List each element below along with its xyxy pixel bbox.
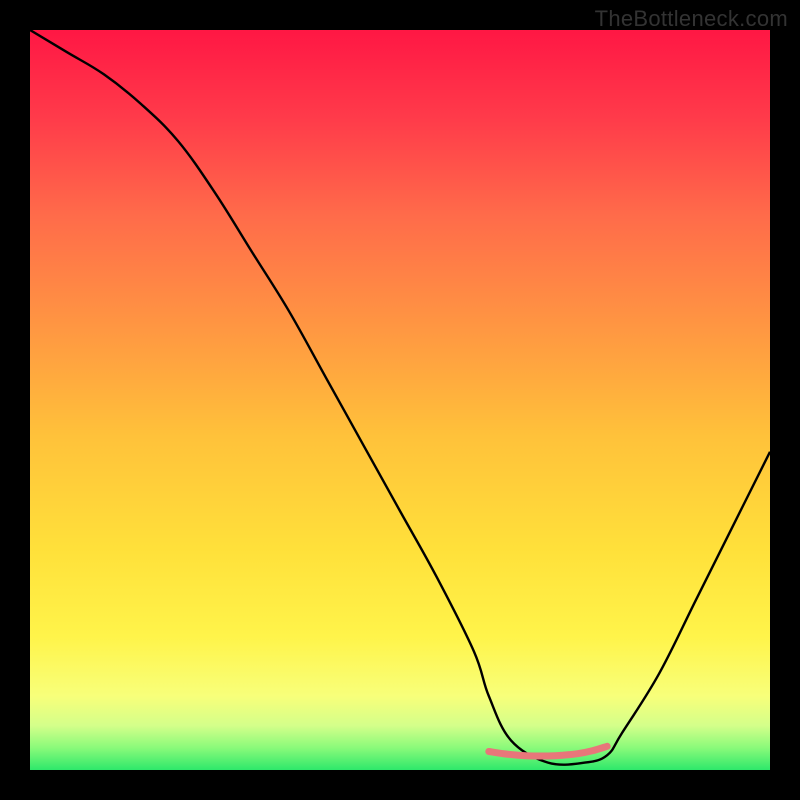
- watermark-text: TheBottleneck.com: [595, 6, 788, 32]
- gradient-background: [30, 30, 770, 770]
- bottleneck-chart: [30, 30, 770, 770]
- chart-area: [30, 30, 770, 770]
